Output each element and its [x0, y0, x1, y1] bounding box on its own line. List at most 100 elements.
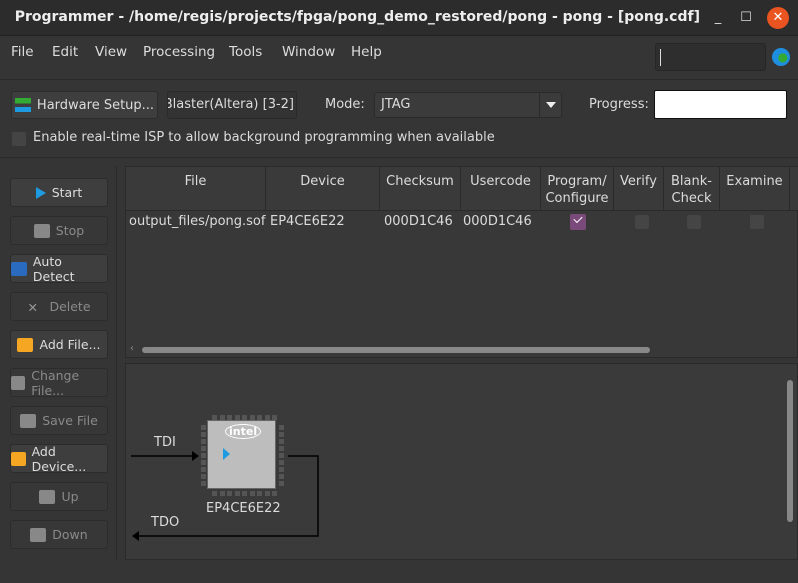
folder-icon: [17, 337, 34, 352]
button-label: Delete: [49, 299, 91, 314]
menu-tools[interactable]: Tools: [229, 44, 262, 60]
chip-pin: [201, 439, 206, 444]
col-checksum[interactable]: Checksum: [380, 167, 461, 211]
start-icon: [35, 186, 46, 199]
chip-pin: [264, 491, 270, 496]
menu-help[interactable]: Help: [351, 44, 382, 60]
blank-check-checkbox[interactable]: [687, 215, 701, 229]
col-device[interactable]: Device: [266, 167, 380, 211]
start-button[interactable]: Start: [10, 178, 108, 207]
window-title: Programmer - /home/regis/projects/fpga/p…: [14, 9, 700, 25]
up-icon: [39, 489, 56, 504]
chip-pin: [249, 491, 255, 496]
menu-edit[interactable]: Edit: [52, 44, 78, 60]
stop-button[interactable]: Stop: [10, 216, 108, 245]
col-usercode[interactable]: Usercode: [461, 167, 541, 211]
chip-pin: [279, 439, 284, 444]
chip-pin: [279, 446, 284, 451]
button-label: Stop: [55, 223, 85, 238]
globe-icon[interactable]: [772, 48, 790, 66]
hardware-icon: [14, 98, 31, 112]
button-label: Save File: [42, 413, 98, 428]
auto-detect-icon: [11, 261, 27, 276]
isp-checkbox[interactable]: [12, 132, 26, 146]
col-examine[interactable]: Examine: [720, 167, 790, 211]
menu-window[interactable]: Window: [282, 44, 335, 60]
chip-pin: [234, 491, 240, 496]
chip-pin: [279, 425, 284, 430]
col-file[interactable]: File: [126, 167, 266, 211]
chip-pin: [201, 446, 206, 451]
chip-pin: [234, 415, 240, 420]
chip-pin: [212, 415, 217, 420]
minimize-button[interactable]: _: [707, 8, 729, 30]
mode-label: Mode:: [325, 97, 365, 112]
vertical-scrollbar[interactable]: [787, 380, 793, 522]
chip-pin: [201, 460, 206, 465]
tdo-label: TDO: [151, 515, 180, 530]
progress-bar: [654, 90, 787, 119]
hardware-field: USB-Blaster(Altera) [3-2]: [167, 91, 297, 119]
button-label: Start: [51, 185, 83, 200]
cell-file: output_files/pong.sof: [129, 214, 266, 229]
chip-pin: [272, 415, 277, 420]
mode-value: JTAG: [381, 97, 411, 112]
chip-pin: [257, 491, 262, 496]
chip-pin: [279, 481, 284, 486]
chip-pin: [219, 415, 225, 420]
save-icon: [20, 413, 37, 428]
col-verify[interactable]: Verify: [614, 167, 664, 211]
col-program[interactable]: Program/ Configure: [541, 167, 614, 211]
chip-pin: [279, 460, 284, 465]
isp-label: Enable real-time ISP to allow background…: [33, 130, 495, 145]
chip-pin: [257, 415, 262, 420]
chip-pin: [279, 467, 284, 472]
chip-pin: [264, 415, 270, 420]
scroll-left-icon[interactable]: ‹: [130, 343, 134, 354]
device-table: File Device Checksum Usercode Program/ C…: [125, 166, 798, 358]
search-input[interactable]: [655, 43, 766, 71]
button-label: Add Device...: [31, 443, 87, 474]
change-file-button[interactable]: Change File...: [10, 368, 108, 398]
menu-file[interactable]: File: [11, 44, 34, 60]
chip-pin: [201, 432, 206, 437]
horizontal-scrollbar[interactable]: [142, 347, 650, 353]
hardware-setup-button[interactable]: Hardware Setup...: [11, 91, 158, 119]
button-label: Auto Detect: [32, 253, 75, 284]
down-button[interactable]: Down: [10, 520, 108, 549]
fpga-device-chip[interactable]: intel: [207, 420, 276, 489]
chip-pin: [201, 425, 206, 430]
tdi-label: TDI: [154, 435, 176, 450]
menu-view[interactable]: View: [95, 44, 127, 60]
cell-checksum: 000D1C46: [384, 214, 453, 229]
chip-pin: [242, 491, 247, 496]
add-device-button[interactable]: Add Device...: [10, 443, 108, 474]
examine-checkbox[interactable]: [750, 215, 764, 229]
up-button[interactable]: Up: [10, 482, 108, 511]
tdo-arrow-icon: [132, 531, 139, 541]
maximize-button[interactable]: ☐: [735, 8, 757, 30]
verify-checkbox[interactable]: [635, 215, 649, 229]
col-blank-check[interactable]: Blank- Check: [664, 167, 720, 211]
chip-pin: [272, 491, 277, 496]
hardware-setup-label: Hardware Setup...: [36, 97, 155, 113]
chip-pin: [227, 415, 232, 420]
close-button[interactable]: ✕: [767, 7, 789, 29]
folder-icon: [11, 451, 26, 466]
auto-detect-button[interactable]: Auto Detect: [10, 253, 108, 284]
chip-pin: [242, 415, 247, 420]
chip-pin: [201, 481, 206, 486]
play-icon: [223, 448, 230, 460]
progress-label: Progress:: [589, 97, 649, 112]
delete-button[interactable]: ✕ Delete: [10, 292, 108, 321]
chip-pin: [212, 491, 217, 496]
cell-device: EP4CE6E22: [270, 214, 345, 229]
intel-logo: intel: [225, 424, 262, 439]
save-file-button[interactable]: Save File: [10, 406, 108, 435]
program-checkbox[interactable]: [570, 214, 586, 230]
mode-select[interactable]: JTAG: [374, 92, 562, 118]
chip-pin: [201, 453, 206, 458]
add-file-button[interactable]: Add File...: [10, 330, 108, 359]
chip-pin: [279, 453, 284, 458]
menu-processing[interactable]: Processing: [143, 44, 215, 60]
